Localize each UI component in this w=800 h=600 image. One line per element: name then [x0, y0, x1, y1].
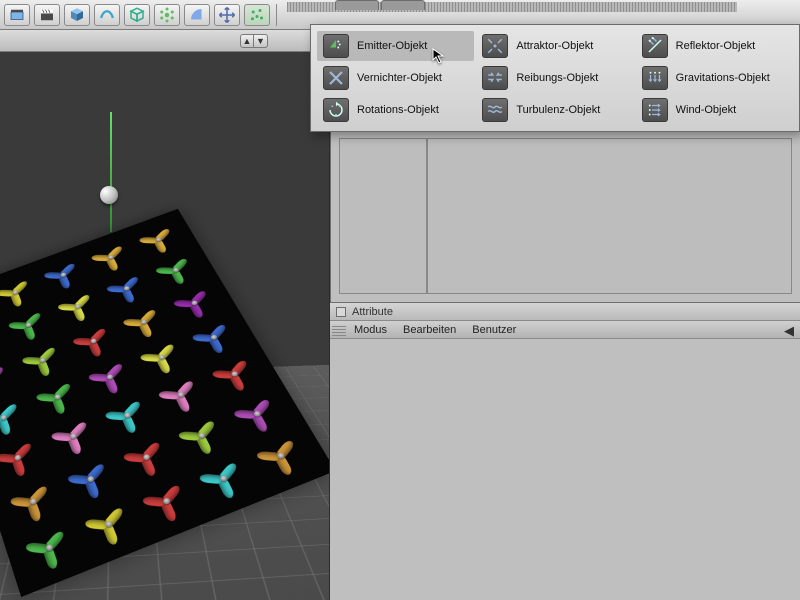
particle-flyout-menu: Emitter-Objekt Attraktor-Objekt Reflektor-…	[310, 24, 800, 132]
propeller	[152, 371, 212, 419]
propeller	[248, 429, 314, 482]
flyout-item-rotation[interactable]: Rotations-Objekt	[317, 95, 474, 125]
viewport-3d[interactable]	[0, 52, 330, 600]
tool-clapper-icon[interactable]	[34, 4, 60, 26]
flyout-item-label: Wind-Objekt	[676, 104, 737, 116]
object-manager-column[interactable]	[427, 138, 792, 294]
propeller	[166, 282, 222, 324]
propeller	[226, 389, 289, 439]
toolbar-separator	[276, 4, 277, 26]
toolbar-tab[interactable]	[381, 0, 425, 10]
propeller	[133, 221, 185, 259]
flyout-item-label: Gravitations-Objekt	[676, 72, 770, 84]
panel-collapse-icon[interactable]	[336, 307, 346, 317]
toolbar-tabs	[335, 0, 425, 10]
flyout-item-label: Turbulenz-Objekt	[516, 104, 600, 116]
reflector-icon	[642, 34, 668, 58]
propeller	[4, 474, 64, 528]
propeller	[82, 354, 139, 400]
attribute-nav-back-icon[interactable]: ◀	[784, 323, 794, 339]
destructor-icon	[323, 66, 349, 90]
propeller	[66, 319, 121, 363]
tool-container-icon[interactable]	[124, 4, 150, 26]
flyout-item-label: Emitter-Objekt	[357, 40, 427, 52]
toolbar-tab[interactable]	[335, 0, 379, 10]
right-panel-area: Attribute Modus Bearbeiten Benutzer ◀	[330, 52, 800, 600]
attribute-menu-item[interactable]: Benutzer	[472, 324, 516, 336]
propeller	[117, 300, 172, 343]
tool-scene-icon[interactable]	[4, 4, 30, 26]
attribute-panel-menubar: Modus Bearbeiten Benutzer ◀	[330, 321, 800, 339]
axis-y-gizmo	[110, 112, 112, 232]
propeller	[134, 335, 192, 381]
flyout-item-label: Attraktor-Objekt	[516, 40, 593, 52]
propeller	[135, 474, 199, 530]
propeller	[185, 315, 243, 360]
turbulence-icon	[482, 98, 508, 122]
propeller	[86, 238, 138, 277]
propeller	[19, 519, 81, 577]
tool-array-icon[interactable]	[154, 4, 180, 26]
gravity-icon	[642, 66, 668, 90]
propeller	[116, 431, 178, 483]
propeller	[60, 453, 121, 506]
emitter-icon	[323, 34, 349, 58]
flyout-item-gravity[interactable]: Gravitations-Objekt	[636, 63, 793, 93]
tool-wedge-icon[interactable]	[184, 4, 210, 26]
propeller	[149, 251, 203, 291]
propeller	[98, 391, 157, 440]
flyout-item-reflector[interactable]: Reflektor-Objekt	[636, 31, 793, 61]
light-object[interactable]	[100, 186, 118, 204]
tool-move-icon[interactable]	[214, 4, 240, 26]
propeller	[52, 286, 105, 328]
flyout-item-label: Rotations-Objekt	[357, 104, 439, 116]
propeller	[16, 338, 70, 383]
tool-particle-icon[interactable]	[244, 4, 270, 26]
flyout-item-friction[interactable]: Reibungs-Objekt	[476, 63, 633, 93]
attribute-menu-item[interactable]: Bearbeiten	[403, 324, 456, 336]
spinner-control[interactable]: ▲▼	[240, 34, 268, 48]
flyout-item-label: Vernichter-Objekt	[357, 72, 442, 84]
attribute-menu-item[interactable]: Modus	[354, 324, 387, 336]
propeller	[30, 374, 86, 421]
tool-cube-icon[interactable]	[64, 4, 90, 26]
attractor-icon	[482, 34, 508, 58]
flyout-item-label: Reibungs-Objekt	[516, 72, 598, 84]
rotation-icon	[323, 98, 349, 122]
attribute-panel-header: Attribute	[330, 303, 800, 321]
flyout-item-attractor[interactable]: Attraktor-Objekt	[476, 31, 633, 61]
propeller	[205, 351, 266, 398]
propeller	[192, 451, 257, 505]
flyout-item-wind[interactable]: Wind-Objekt	[636, 95, 793, 125]
propeller	[44, 412, 102, 462]
propeller	[0, 433, 47, 484]
propeller	[3, 305, 55, 347]
propeller	[101, 268, 154, 309]
attribute-panel-title: Attribute	[352, 306, 393, 318]
wind-icon	[642, 98, 668, 122]
flyout-item-turbulence[interactable]: Turbulenz-Objekt	[476, 95, 633, 125]
mouse-cursor-icon	[432, 48, 448, 67]
panel-grip-icon[interactable]	[332, 324, 346, 336]
tool-deformer-icon[interactable]	[94, 4, 120, 26]
attribute-manager-panel: Attribute Modus Bearbeiten Benutzer ◀	[330, 302, 800, 600]
friction-icon	[482, 66, 508, 90]
propeller	[171, 410, 233, 461]
propeller	[77, 496, 140, 553]
flyout-item-label: Reflektor-Objekt	[676, 40, 755, 52]
flyout-item-destructor[interactable]: Vernichter-Objekt	[317, 63, 474, 93]
flyout-item-emitter[interactable]: Emitter-Objekt	[317, 31, 474, 61]
object-manager-column[interactable]	[339, 138, 427, 294]
